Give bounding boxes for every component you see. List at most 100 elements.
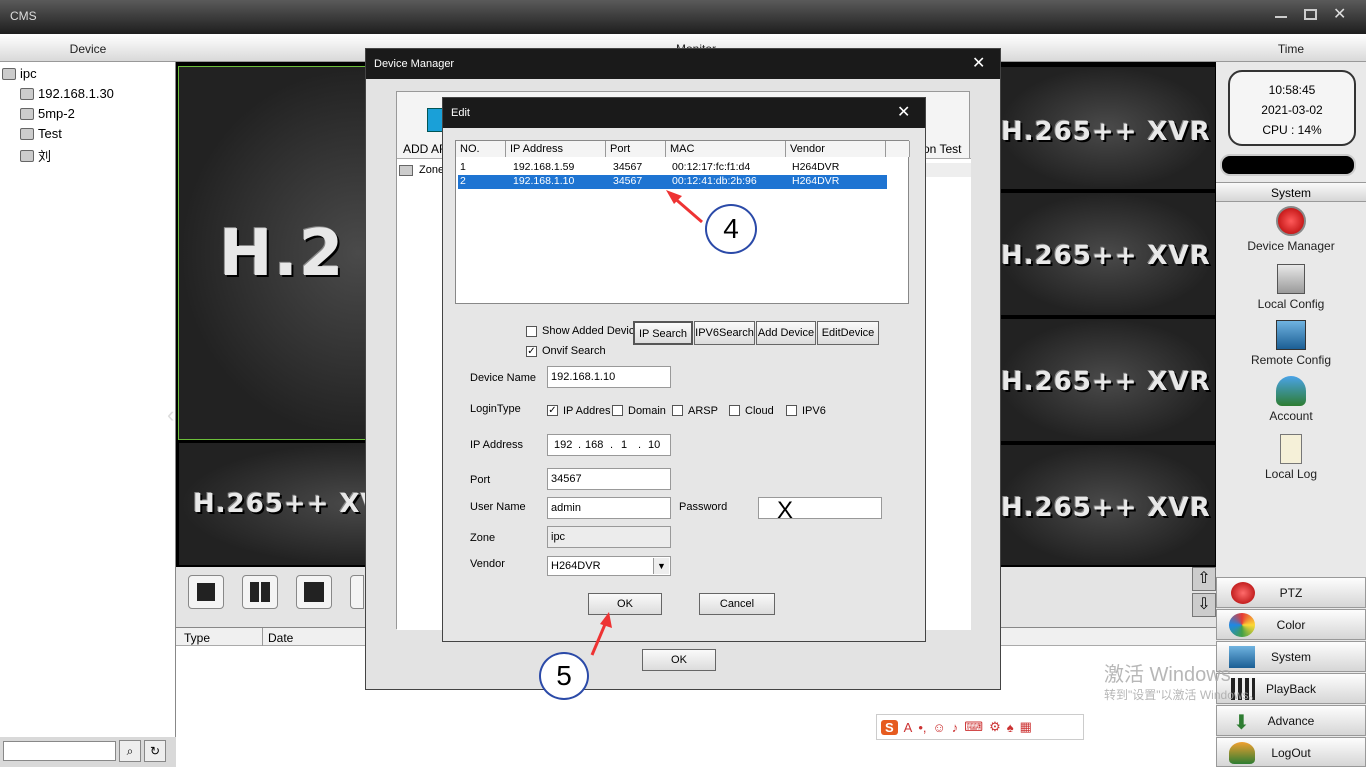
- zone-tree-label[interactable]: Zone: [419, 164, 444, 176]
- system-button[interactable]: System: [1216, 641, 1366, 672]
- zone-icon: [399, 165, 413, 176]
- column-vendor[interactable]: Vendor: [786, 141, 886, 157]
- user-name-field[interactable]: admin: [547, 497, 671, 519]
- zone-field[interactable]: ipc: [547, 526, 671, 548]
- video-tile[interactable]: H.265++ XVR: [998, 318, 1216, 442]
- tree-item-device[interactable]: 5mp-2: [20, 106, 75, 121]
- log-column-type[interactable]: Type: [184, 631, 210, 645]
- scroll-down-icon[interactable]: ⇩: [1192, 593, 1216, 617]
- column-port[interactable]: Port: [606, 141, 666, 157]
- tree-root[interactable]: ipc: [2, 66, 37, 81]
- edit-title: Edit: [451, 107, 470, 119]
- close-icon[interactable]: ✕: [897, 98, 910, 128]
- ime-tools-icon[interactable]: ⚙: [989, 719, 1001, 735]
- local-config-icon: [1277, 264, 1305, 294]
- ip-octet: 10: [648, 439, 661, 451]
- ipv6-search-button[interactable]: IPV6Search: [694, 321, 755, 345]
- password-field[interactable]: X: [758, 497, 882, 524]
- tree-root-label: ipc: [20, 66, 37, 81]
- ime-logo-icon[interactable]: S: [881, 719, 898, 735]
- status-bar: [1220, 154, 1356, 176]
- add-device-button[interactable]: Add Device: [756, 321, 816, 345]
- ime-grid-icon[interactable]: ▦: [1020, 719, 1032, 735]
- device-name-field[interactable]: 192.168.1.10: [547, 366, 671, 388]
- column-mac[interactable]: MAC: [666, 141, 786, 157]
- login-ipv6-checkbox[interactable]: [786, 405, 797, 416]
- logout-button[interactable]: LogOut: [1216, 737, 1366, 767]
- account-label: Account: [1269, 409, 1313, 423]
- device-manager-ok-button[interactable]: OK: [642, 649, 716, 671]
- layout-1-icon[interactable]: [188, 575, 224, 609]
- down-arrow-icon: ⬇: [1233, 712, 1250, 734]
- local-config-button[interactable]: Local Config: [1216, 264, 1366, 311]
- onvif-search-checkbox[interactable]: ✓: [526, 346, 537, 357]
- video-tile[interactable]: H.265++ XVR: [998, 66, 1216, 190]
- advance-label: Advance: [1267, 714, 1315, 728]
- show-added-checkbox[interactable]: [526, 326, 537, 337]
- search-icon[interactable]: ⌕: [119, 740, 141, 762]
- tree-item-device[interactable]: Test: [20, 126, 62, 141]
- device-row-selected[interactable]: 2 192.168.1.10 34567 00:12:41:db:2b:96 H…: [458, 175, 887, 189]
- close-icon[interactable]: ✕: [972, 49, 985, 79]
- ime-mic-icon[interactable]: ♪: [952, 720, 959, 735]
- ime-punct-icon[interactable]: •,: [918, 720, 926, 735]
- account-button[interactable]: Account: [1216, 376, 1366, 423]
- layout-6-icon[interactable]: [296, 575, 332, 609]
- add-area-button[interactable]: ADD AR: [403, 142, 448, 156]
- column-no[interactable]: NO.: [456, 141, 506, 157]
- device-manager-button[interactable]: Device Manager: [1216, 206, 1366, 253]
- video-tile[interactable]: H.265++ XVR: [998, 192, 1216, 316]
- ptz-button[interactable]: PTZ: [1216, 577, 1366, 608]
- chevron-down-icon[interactable]: ▼: [653, 558, 669, 574]
- annotation-step-4: 4: [705, 204, 757, 254]
- activation-watermark-subtitle: 转到"设置"以激活 Windows。: [1104, 688, 1261, 702]
- user-name-label: User Name: [470, 501, 526, 513]
- device-row[interactable]: 1 192.168.1.59 34567 00:12:17:fc:f1:d4 H…: [458, 161, 887, 175]
- layout-4-icon[interactable]: [242, 575, 278, 609]
- zone-label: Zone: [470, 532, 496, 544]
- scroll-up-icon[interactable]: ⇧: [1192, 567, 1216, 591]
- device-name-label: Device Name: [470, 372, 537, 384]
- password-label: Password: [679, 501, 728, 513]
- ip-search-button[interactable]: IP Search: [633, 321, 693, 345]
- color-button[interactable]: Color: [1216, 609, 1366, 640]
- advance-button[interactable]: ⬇ Advance: [1216, 705, 1366, 736]
- tree-item-device[interactable]: 刘: [20, 146, 51, 165]
- tree-search-input[interactable]: [3, 741, 116, 761]
- ime-skin-icon[interactable]: ♠: [1007, 720, 1014, 735]
- connection-test-button[interactable]: on Test: [923, 142, 961, 156]
- minimize-icon[interactable]: [1275, 16, 1287, 18]
- ime-mode-icon[interactable]: A: [904, 720, 913, 735]
- tree-item-device[interactable]: 192.168.1.30: [20, 86, 114, 101]
- login-arsp-checkbox[interactable]: [672, 405, 683, 416]
- device-icon: [20, 87, 34, 100]
- login-cloud-checkbox[interactable]: [729, 405, 740, 416]
- ime-emoji-icon[interactable]: ☺: [933, 720, 946, 735]
- column-ip-address[interactable]: IP Address: [506, 141, 606, 157]
- login-ip-checkbox[interactable]: ✓: [547, 405, 558, 416]
- video-tile[interactable]: H.265++ XVR: [998, 444, 1216, 566]
- ip-address-field[interactable]: 192 . 168 . 1 . 10: [547, 434, 671, 456]
- ime-keyboard-icon[interactable]: ⌨: [964, 719, 983, 735]
- close-icon[interactable]: ✕: [1333, 7, 1347, 23]
- edit-cancel-button[interactable]: Cancel: [699, 593, 775, 615]
- login-domain-checkbox[interactable]: [612, 405, 623, 416]
- login-arsp-label: ARSP: [688, 405, 718, 417]
- maximize-icon[interactable]: [1304, 9, 1317, 20]
- local-log-label: Local Log: [1264, 467, 1318, 481]
- collapse-left-icon[interactable]: ‹: [167, 402, 174, 428]
- local-log-button[interactable]: Local Log: [1216, 434, 1366, 481]
- vendor-select[interactable]: H264DVR ▼: [547, 556, 671, 576]
- time-header: Time: [1216, 34, 1366, 62]
- device-icon: [20, 127, 34, 140]
- port-field[interactable]: 34567: [547, 468, 671, 490]
- edit-device-button[interactable]: EditDevice: [817, 321, 879, 345]
- layout-9-icon[interactable]: [350, 575, 364, 609]
- row-vendor: H264DVR: [792, 161, 840, 173]
- log-column-date[interactable]: Date: [268, 631, 293, 645]
- clock-time: 10:58:45: [1268, 83, 1316, 97]
- edit-ok-button[interactable]: OK: [588, 593, 662, 615]
- edit-dialog: Edit ✕ NO. IP Address Port MAC Vendor 1 …: [442, 97, 926, 642]
- refresh-icon[interactable]: ↻: [144, 740, 166, 762]
- remote-config-button[interactable]: Remote Config: [1216, 320, 1366, 367]
